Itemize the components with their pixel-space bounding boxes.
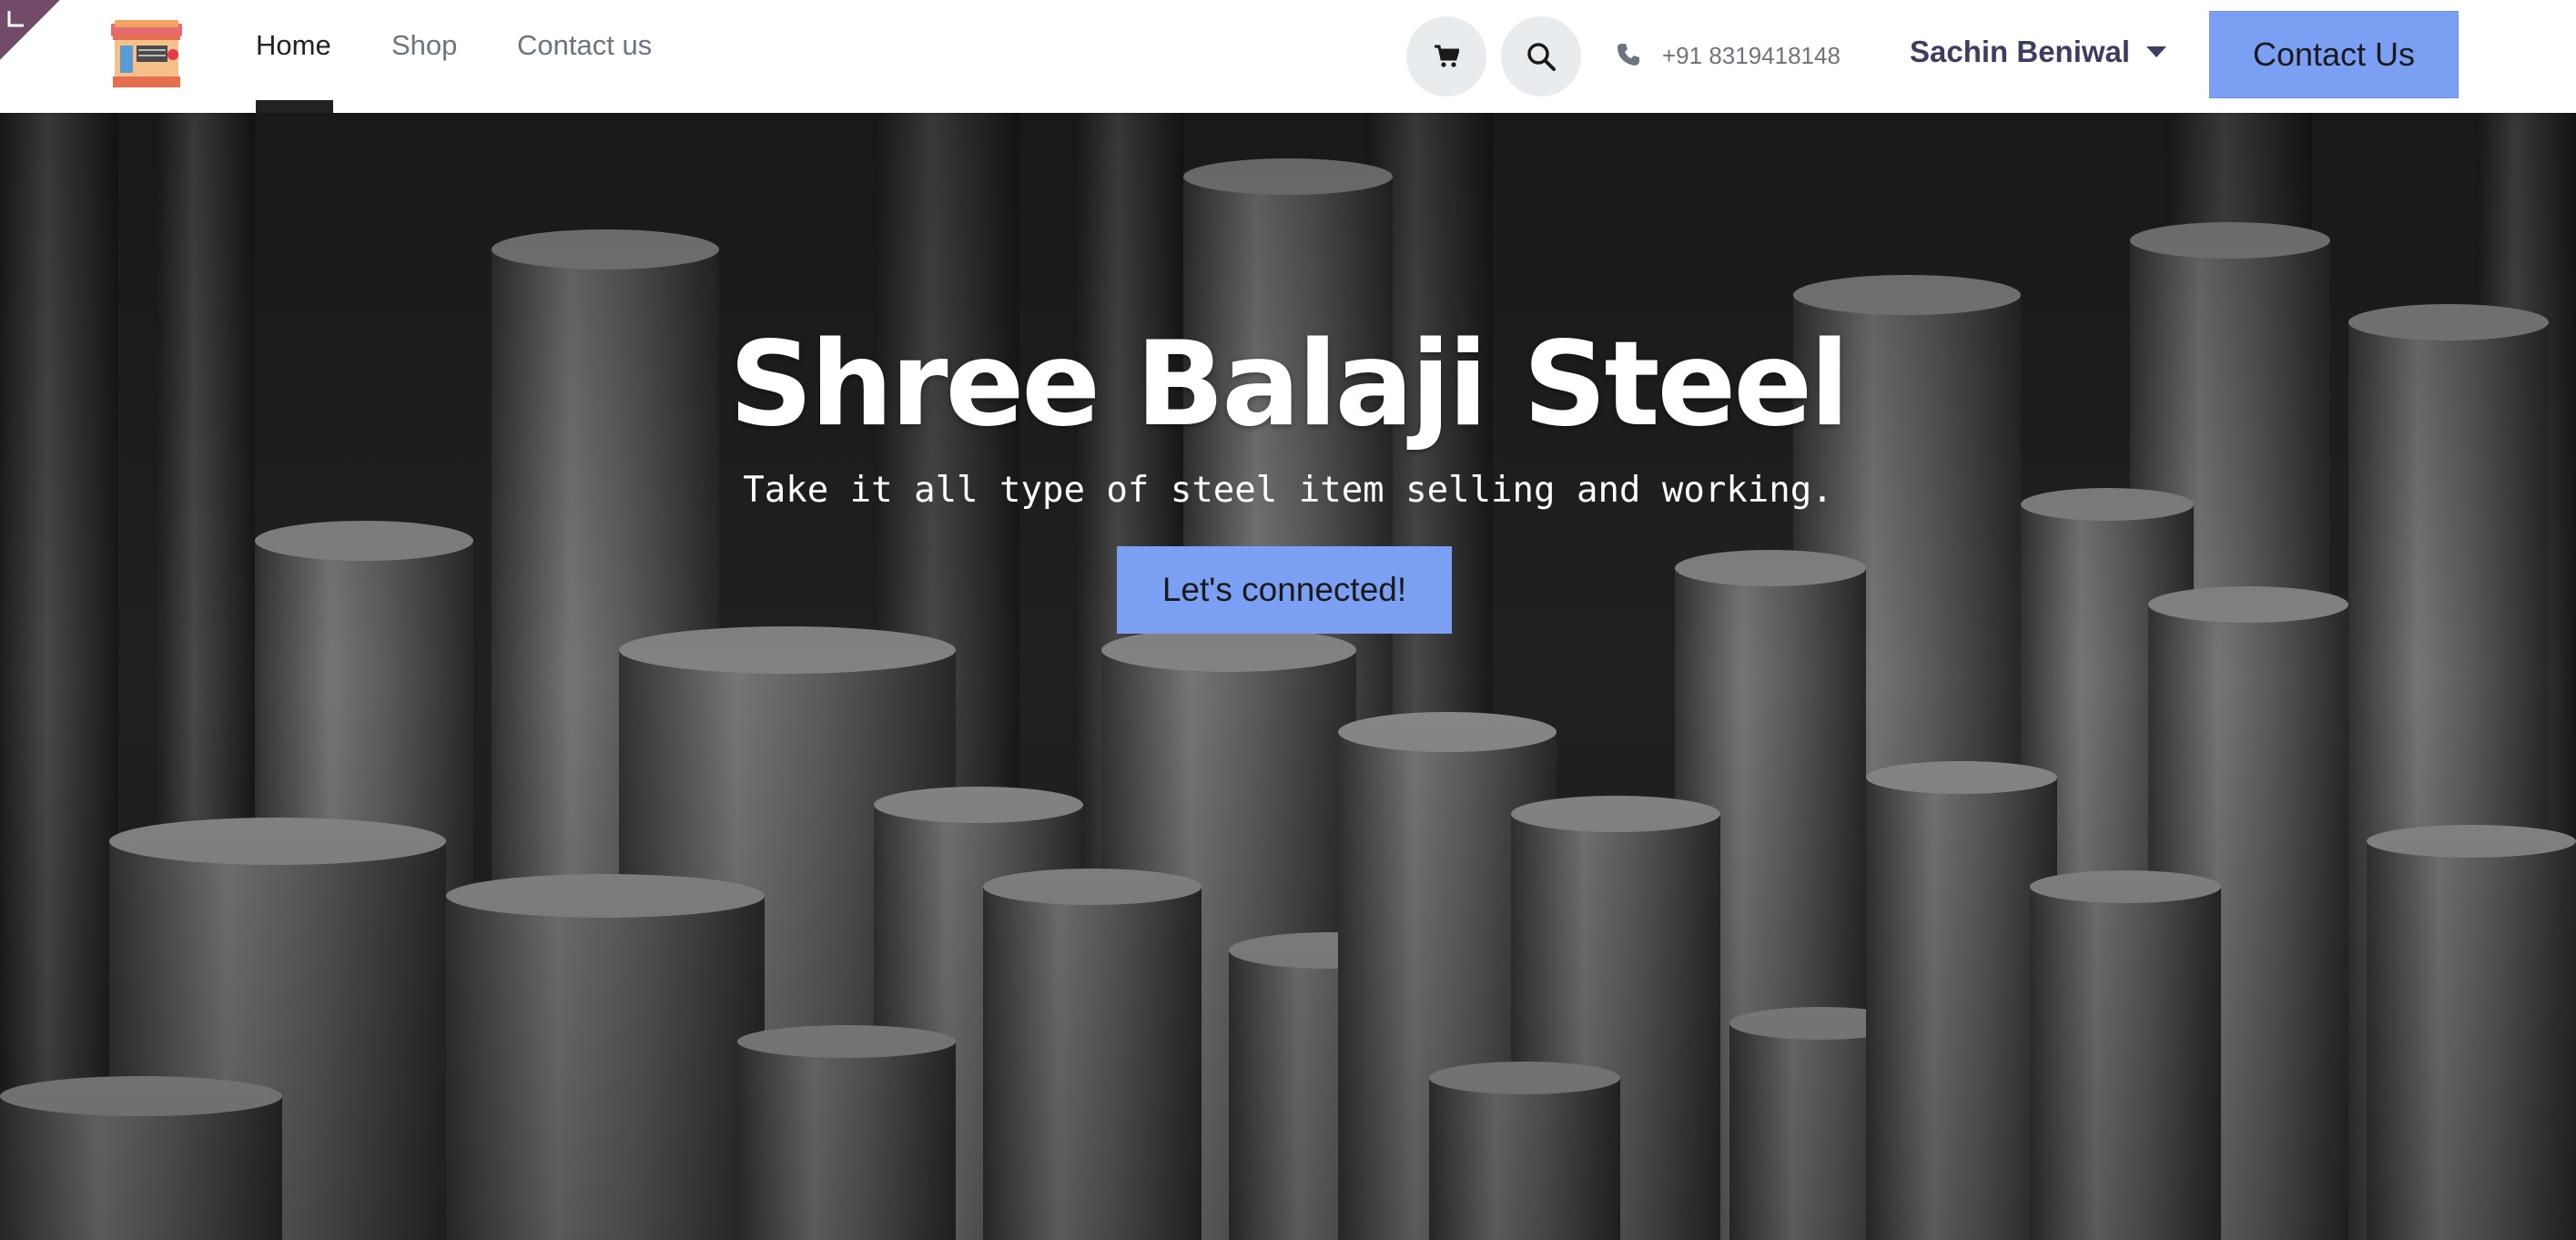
shop-store-icon[interactable]: [107, 18, 186, 91]
lets-connect-button[interactable]: Let's connected!: [1117, 546, 1452, 634]
phone-number[interactable]: +91 8319418148: [1662, 42, 1841, 70]
hero-background-image: [0, 113, 2576, 1240]
search-icon: [1527, 43, 1556, 71]
contact-us-button[interactable]: Contact Us: [2209, 11, 2459, 98]
hero-section: Shree Balaji Steel Take it all type of s…: [0, 113, 2576, 1240]
search-button[interactable]: [1501, 16, 1581, 97]
active-nav-indicator: [256, 100, 333, 113]
user-menu-dropdown[interactable]: Sachin Beniwal: [1910, 35, 2167, 69]
editor-corner-icon[interactable]: [0, 0, 60, 60]
nav-item-contact-us[interactable]: Contact us: [517, 29, 652, 62]
nav-item-shop[interactable]: Shop: [391, 29, 457, 62]
hero-title: Shree Balaji Steel: [729, 317, 1850, 452]
nav-item-home[interactable]: Home: [256, 29, 331, 62]
hero-subtitle: Take it all type of steel item selling a…: [743, 470, 1833, 511]
cart-button[interactable]: [1406, 16, 1486, 97]
chevron-down-icon: [2146, 46, 2167, 57]
user-name: Sachin Beniwal: [1910, 35, 2131, 68]
shopping-cart-icon: [1435, 45, 1459, 67]
phone-icon: [1616, 42, 1641, 71]
top-navbar: Home Shop Contact us +91 8319418148 Sach…: [0, 0, 2576, 113]
